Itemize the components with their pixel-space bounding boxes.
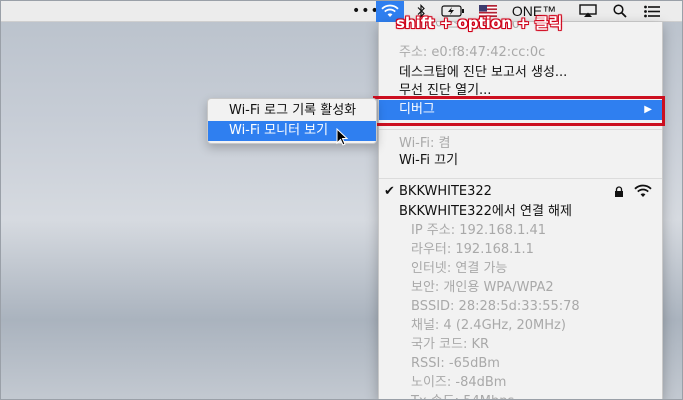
search-icon[interactable] — [609, 0, 631, 22]
network-name: BKKWHITE322 — [399, 184, 492, 199]
debug-menu-item[interactable]: 디버그 ▶ — [379, 100, 662, 120]
debug-label: 디버그 — [399, 102, 435, 117]
create-report-item[interactable]: 데스크탑에 진단 보고서 생성... — [379, 63, 662, 83]
more-icon[interactable]: ••• — [352, 0, 379, 22]
debug-submenu: Wi-Fi 로그 기록 활성화 Wi-Fi 모니터 보기 — [207, 98, 377, 144]
disconnect-item[interactable]: BKKWHITE322에서 연결 해제 — [379, 202, 662, 222]
address-item: 주소: e0:f8:47:42:cc:0c — [399, 45, 546, 60]
airplay-icon[interactable] — [576, 0, 600, 22]
submenu-arrow-icon: ▶ — [644, 104, 652, 115]
detail-rssi: RSSI: -65dBm — [411, 356, 500, 371]
menu-bar: ••• ONE™ — [0, 0, 683, 22]
lock-icon — [614, 182, 624, 204]
detail-noise: 노이즈: -84dBm — [411, 375, 507, 390]
separator — [379, 129, 662, 130]
separator — [379, 178, 662, 179]
detail-router: 라우터: 192.168.1.1 — [411, 242, 534, 257]
wifi-monitor-item[interactable]: Wi-Fi 모니터 보기 — [208, 121, 376, 141]
detail-internet: 인터넷: 연결 가능 — [411, 261, 508, 276]
detail-channel: 채널: 4 (2.4GHz, 20MHz) — [411, 318, 566, 333]
detail-security: 보안: 개인용 WPA/WPA2 — [411, 280, 554, 295]
mouse-cursor-icon — [336, 127, 349, 150]
open-diagnostics-item[interactable]: 무선 진단 열기... — [379, 81, 662, 101]
enable-logging-item[interactable]: Wi-Fi 로그 기록 활성화 — [208, 101, 376, 121]
annotation-text: shift + option + 클릭 — [396, 14, 563, 32]
detail-bssid: BSSID: 28:28:5d:33:55:78 — [411, 299, 580, 314]
detail-tx-rate: Tx 속도: 54Mbps — [379, 392, 662, 400]
notification-list-icon[interactable] — [641, 0, 663, 22]
detail-country: 국가 코드: KR — [411, 337, 490, 352]
checkmark-icon: ✔ — [384, 184, 395, 199]
network-item[interactable]: ✔ BKKWHITE322 — [379, 182, 662, 204]
wifi-off-item[interactable]: Wi-Fi 끄기 — [379, 151, 662, 171]
detail-ip: IP 주소: 192.168.1.41 — [411, 223, 547, 238]
wifi-dropdown-menu: 인터페이스 이름: en0 주소: e0:f8:47:42:cc:0c 데스크탑… — [378, 22, 663, 400]
